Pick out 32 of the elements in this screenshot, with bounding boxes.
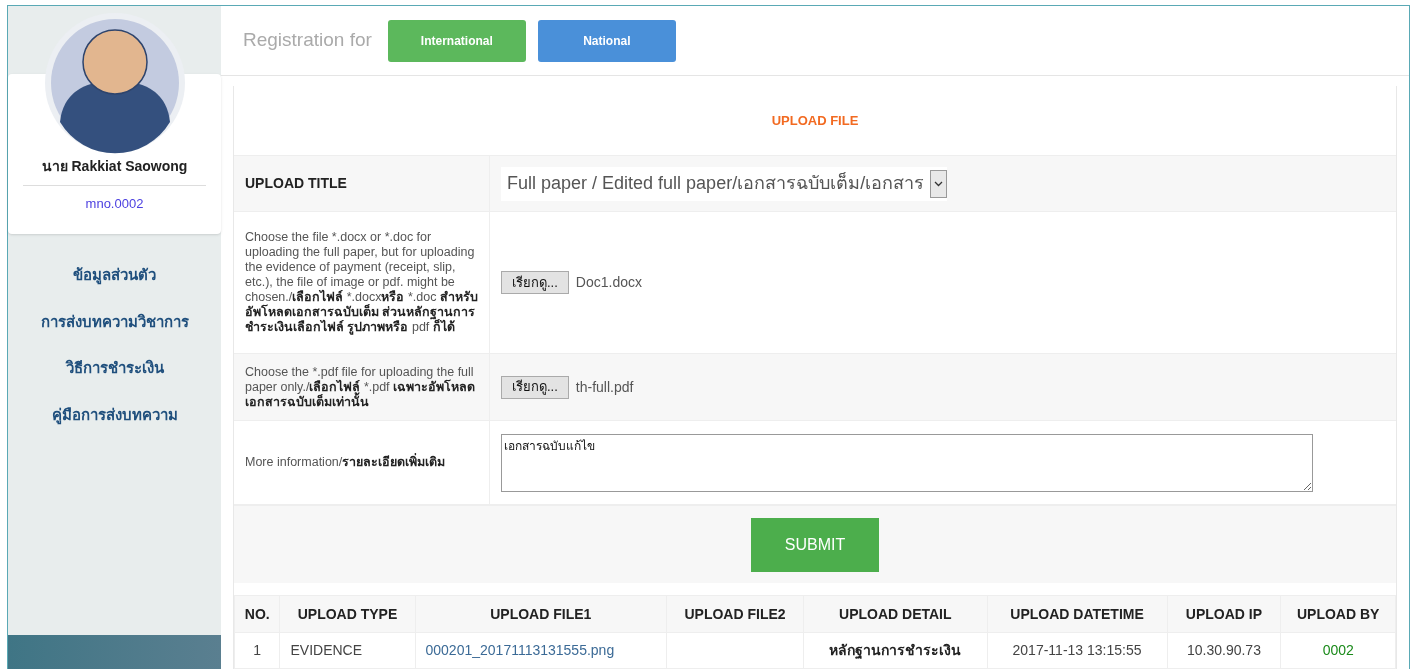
table-cell: EVIDENCE: [290, 642, 363, 658]
title-select[interactable]: Full paper / Edited full paper/เอกสารฉบับเต็ม/เอกสาร: [501, 166, 948, 201]
field-label: UPLOAD TITLE: [245, 174, 347, 193]
caret-icon: [934, 180, 944, 187]
field-label: Choose the file *.docx or *.doc for uploading the full paper, but for uploading the evidence of payment (receipt, slip, etc.), the file of image or pdf. might be chosen./เลือกไฟล์ *.docxหรือ *.doc สำหรับอัพโหลดเอกสารฉบับเต็ม ส่วนหลักฐานการชำระเงินเลือกไฟล์ รูปภาพหรือ pdf ก็ได้: [245, 230, 478, 335]
field-label: Choose the *.pdf file for uploading the full paper only./เลือกไฟล์ *.pdf เฉพาะอัพโหลดเอกสารฉบับเต็มเท่านั้น: [245, 364, 477, 410]
sidebar-menu-link[interactable]: การส่งบทความวิชาการ: [40, 310, 189, 333]
details-textarea[interactable]: เอกสารฉบับแก้ไข: [501, 433, 1313, 492]
column-header: UPLOAD BY: [1280, 595, 1396, 633]
user-name: นาย Rakkiat Saowong: [41, 157, 188, 176]
sidebar-menu-link[interactable]: คู่มือการส่งบทความ: [51, 403, 178, 426]
table-cell: หลักฐานการชำระเงิน: [829, 642, 962, 658]
column-header: UPLOAD IP: [1167, 595, 1281, 633]
browse-button[interactable]: เรียกดู...: [501, 271, 569, 294]
sidebar-menu-link[interactable]: ข้อมูลส่วนตัว: [73, 264, 156, 287]
registration-label: Registration for: [243, 28, 372, 53]
table-cell: 2017-11-13 13:15:55: [1012, 642, 1142, 658]
column-header: UPLOAD DETAIL: [803, 595, 988, 633]
sidebar-menu-link[interactable]: วิธีการชำระเงิน: [65, 357, 164, 380]
field-label: More information/รายละเอียดเพิ่มเติม: [245, 455, 446, 470]
browse-button[interactable]: เรียกดู...: [501, 375, 569, 399]
column-header: UPLOAD FILE1: [415, 595, 667, 633]
column-header: UPLOAD DATETIME: [987, 595, 1167, 633]
table-cell: 1: [253, 642, 262, 658]
member-number-link[interactable]: mno.0002: [85, 194, 144, 214]
uploader-link[interactable]: 0002: [1322, 642, 1354, 658]
column-header: NO.: [234, 595, 280, 633]
table-cell: 10.30.90.73: [1187, 642, 1261, 658]
column-header: UPLOAD TYPE: [279, 595, 415, 633]
file-name: Doc1.docx: [575, 273, 642, 292]
column-header: UPLOAD FILE2: [666, 595, 804, 633]
file-name: th-full.pdf: [575, 377, 634, 397]
